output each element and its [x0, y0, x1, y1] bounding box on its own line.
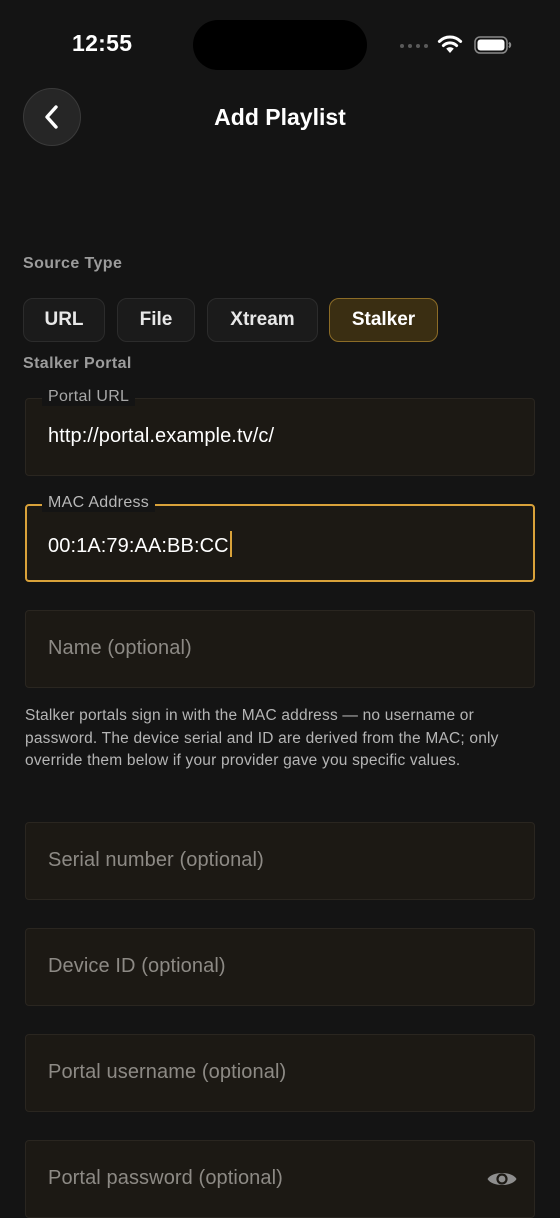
mac-address-input[interactable]: 00:1A:79:AA:BB:CC	[48, 531, 232, 558]
mac-address-label: MAC Address	[42, 494, 156, 512]
device-id-placeholder: Device ID (optional)	[48, 955, 226, 977]
segment-file[interactable]: File	[117, 298, 195, 342]
portal-url-field[interactable]: Portal URL http://portal.example.tv/c/	[25, 388, 535, 476]
portal-url-label: Portal URL	[42, 388, 136, 406]
signal-dots-icon	[400, 44, 428, 48]
portal-username-field[interactable]: Portal username (optional)	[25, 1034, 535, 1112]
battery-icon	[474, 36, 512, 54]
device-id-field[interactable]: Device ID (optional)	[25, 928, 535, 1006]
segment-stalker[interactable]: Stalker	[329, 298, 438, 342]
text-caret	[229, 531, 232, 557]
serial-number-placeholder: Serial number (optional)	[48, 849, 264, 871]
name-placeholder: Name (optional)	[48, 637, 192, 659]
portal-username-placeholder: Portal username (optional)	[48, 1061, 287, 1083]
source-type-label: Source Type	[23, 255, 123, 272]
portal-password-field[interactable]: Portal password (optional)	[25, 1140, 535, 1218]
status-time: 12:55	[72, 30, 133, 56]
help-text: Stalker portals sign in with the MAC add…	[25, 707, 499, 769]
serial-number-field[interactable]: Serial number (optional)	[25, 822, 535, 900]
mac-address-field[interactable]: MAC Address 00:1A:79:AA:BB:CC	[25, 494, 535, 582]
portal-url-value: http://portal.example.tv/c/	[48, 425, 275, 447]
wifi-icon	[437, 35, 463, 53]
dynamic-island	[193, 20, 367, 70]
mac-address-value: 00:1A:79:AA:BB:CC	[48, 535, 229, 557]
page-title: Add Playlist	[214, 104, 346, 130]
name-field[interactable]: Name (optional)	[25, 610, 535, 688]
segment-xtream[interactable]: Xtream	[207, 298, 318, 342]
segment-url[interactable]: URL	[23, 298, 105, 342]
stalker-portal-label: Stalker Portal	[23, 355, 132, 372]
eye-icon[interactable]	[486, 1167, 518, 1191]
portal-password-placeholder: Portal password (optional)	[48, 1167, 283, 1189]
